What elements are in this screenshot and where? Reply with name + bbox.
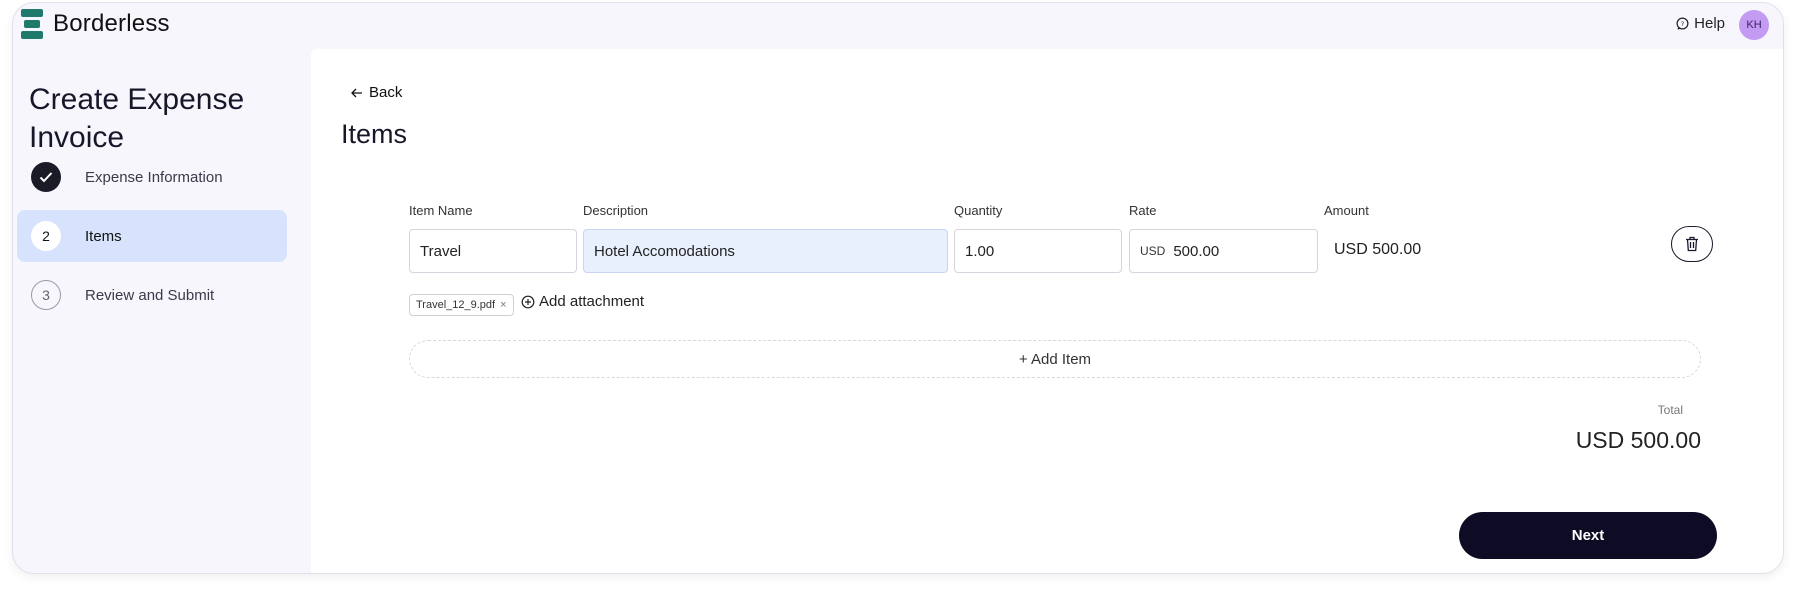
step-number: 3 [31,280,61,310]
step-label: Review and Submit [85,286,215,304]
back-label: Back [369,84,403,101]
add-attachment-label: Add attachment [539,293,645,310]
column-header-rate: Rate [1129,203,1157,218]
add-item-button[interactable]: + Add Item [409,340,1701,378]
step-items[interactable]: 2 Items [17,210,287,262]
help-icon: ? [1676,17,1689,30]
item-name-input[interactable]: Travel [409,229,577,273]
add-item-label: + Add Item [1018,350,1092,368]
plus-circle-icon [521,295,535,308]
add-attachment-button[interactable]: Add attachment [521,293,644,310]
help-label: Help [1694,15,1725,32]
total-value: USD 500.00 [1575,427,1701,453]
page-title: Create Expense Invoice [29,83,245,154]
step-review-and-submit[interactable]: 3 Review and Submit [17,269,287,321]
step-number: 2 [31,221,61,251]
top-bar: Borderless ? Help KH [13,3,1783,49]
column-header-amount: Amount [1324,203,1369,218]
arrow-left-icon [351,88,362,97]
user-avatar[interactable]: KH [1739,10,1769,40]
column-header-item-name: Item Name [409,203,473,218]
rate-input[interactable]: USD 500.00 [1129,229,1318,273]
trash-icon [1686,236,1698,252]
description-input[interactable]: Hotel Accomodations [583,229,948,273]
total-label: Total [1657,403,1683,417]
description-value: Hotel Accomodations [594,242,735,260]
step-expense-information[interactable]: Expense Information [17,151,287,203]
attachment-chip[interactable]: Travel_12_9.pdf × [409,294,514,316]
currency-prefix: USD [1140,244,1166,258]
quantity-input[interactable]: 1.00 [954,229,1122,273]
step-complete-check-icon [31,162,61,192]
section-title: Items [341,119,408,149]
step-label: Expense Information [85,168,223,186]
column-header-description: Description [583,203,649,218]
quantity-value: 1.00 [965,242,995,260]
next-button[interactable]: Next [1459,512,1717,559]
back-button[interactable]: Back [351,84,402,101]
app-window: Borderless ? Help KH Create Expense Invo… [12,2,1784,574]
sidebar: Create Expense Invoice Expense Informati… [13,49,311,573]
remove-attachment-icon[interactable]: × [500,299,506,311]
step-label: Items [85,227,122,245]
rate-value: 500.00 [1173,242,1220,260]
brand-name: Borderless [53,10,170,37]
delete-item-button[interactable] [1671,226,1713,262]
svg-text:?: ? [1681,20,1684,28]
item-name-value: Travel [420,242,462,260]
main-content: Back Items Item Name Description Quantit… [311,49,1783,573]
brand-logo[interactable]: Borderless [21,9,170,39]
attachment-filename: Travel_12_9.pdf [416,299,496,311]
amount-value: USD 500.00 [1334,241,1422,258]
borderless-logo-icon [21,9,43,39]
help-link[interactable]: ? Help [1676,15,1725,32]
column-header-quantity: Quantity [954,203,1003,218]
